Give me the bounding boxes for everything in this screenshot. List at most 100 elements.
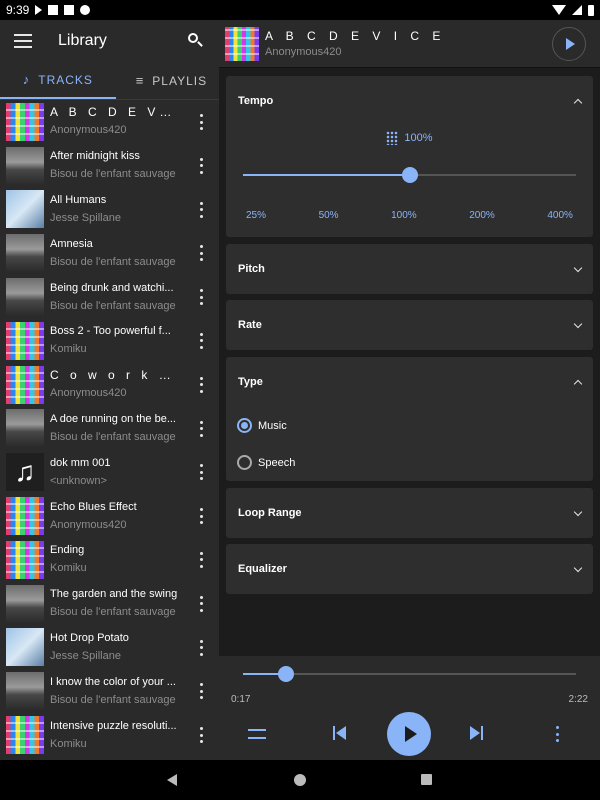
type-option-speech[interactable]: Speech xyxy=(226,444,593,481)
track-artist: Bisou de l'enfant sauvage xyxy=(50,693,176,706)
playlist-icon: ≡ xyxy=(135,73,145,88)
track-more-icon[interactable] xyxy=(199,551,203,568)
seek-bar[interactable] xyxy=(243,666,576,682)
menu-icon[interactable] xyxy=(14,34,32,48)
track-row[interactable]: C o w o r k P a r t... Anonymous420 xyxy=(0,363,219,407)
track-more-icon[interactable] xyxy=(199,332,203,349)
track-artist: Bisou de l'enfant sauvage xyxy=(50,430,176,443)
track-more-icon[interactable] xyxy=(199,376,203,393)
track-more-icon[interactable] xyxy=(199,595,203,612)
track-more-icon[interactable] xyxy=(199,683,203,700)
grid-icon xyxy=(386,131,399,145)
track-title: The garden and the swing xyxy=(50,588,178,601)
rate-card[interactable]: Rate xyxy=(226,300,593,350)
tempo-preset-25[interactable]: 25% xyxy=(246,210,266,221)
album-art xyxy=(6,190,44,229)
track-more-icon[interactable] xyxy=(199,420,203,437)
track-more-icon[interactable] xyxy=(199,201,203,218)
album-art xyxy=(6,102,44,141)
tempo-value-readout[interactable]: 100% xyxy=(226,131,593,145)
album-art xyxy=(6,409,44,448)
more-options-icon[interactable] xyxy=(555,726,559,742)
track-row[interactable]: The garden and the swing Bisou de l'enfan… xyxy=(0,582,219,626)
album-art xyxy=(6,584,44,623)
now-playing-album-art xyxy=(225,26,259,61)
home-icon[interactable] xyxy=(294,774,306,786)
equalizer-label: Equalizer xyxy=(238,563,287,575)
track-row[interactable]: Hot Drop Potato Jesse Spillane xyxy=(0,626,219,670)
track-more-icon[interactable] xyxy=(199,508,203,525)
recents-icon[interactable] xyxy=(421,774,432,785)
tab-tracks[interactable]: ♪ TRACKS xyxy=(0,62,116,99)
tempo-preset-400[interactable]: 400% xyxy=(547,210,573,221)
seek-bar-thumb[interactable] xyxy=(277,666,294,682)
speech-label: Speech xyxy=(258,456,296,469)
sync-icon xyxy=(80,5,91,15)
chevron-down-icon xyxy=(573,319,583,328)
track-more-icon[interactable] xyxy=(199,114,203,130)
skip-previous-icon[interactable] xyxy=(331,725,349,743)
track-row[interactable]: A B C D E V I C E Anonymous420 xyxy=(0,100,219,144)
track-row[interactable]: I know the color of your ... Bisou de l'e… xyxy=(0,669,219,713)
battery-icon xyxy=(588,4,594,16)
library-panel: Library ♪ TRACKS ≡ PLAYLIS A B C D E V I… xyxy=(0,20,219,760)
pitch-card[interactable]: Pitch xyxy=(226,244,593,294)
pitch-header[interactable]: Pitch xyxy=(226,244,593,294)
track-more-icon[interactable] xyxy=(199,245,203,262)
track-row[interactable]: Amnesia Bisou de l'enfant sauvage xyxy=(0,231,219,275)
track-row[interactable]: A doe running on the be... Bisou de l'enf… xyxy=(0,407,219,451)
music-note-icon: ♫ xyxy=(6,453,44,492)
loop-range-header[interactable]: Loop Range xyxy=(226,488,593,538)
wifi-icon xyxy=(552,5,566,15)
track-title: dok mm 001 xyxy=(50,456,111,469)
track-row[interactable]: Being drunk and watchi... Bisou de l'enfa… xyxy=(0,275,219,319)
track-more-icon[interactable] xyxy=(199,289,203,306)
type-header[interactable]: Type xyxy=(226,357,593,407)
music-radio[interactable] xyxy=(237,418,252,433)
track-row[interactable]: Boss 2 - Too powerful f... Komiku xyxy=(0,319,219,363)
tab-playlists-label: PLAYLIS xyxy=(152,73,208,88)
tempo-preset-200[interactable]: 200% xyxy=(469,210,495,221)
track-row[interactable]: All Humans Jesse Spillane xyxy=(0,188,219,232)
track-row[interactable]: Echo Blues Effect Anonymous420 xyxy=(0,494,219,538)
tempo-slider-thumb[interactable] xyxy=(401,167,418,183)
track-row[interactable]: Ending Komiku xyxy=(0,538,219,582)
now-playing-header[interactable]: A B C D E V I C E Anonymous420 xyxy=(219,20,600,68)
now-playing-title: A B C D E V I C E xyxy=(265,29,446,43)
track-row[interactable]: ♫ dok mm 001 <unknown> xyxy=(0,450,219,494)
album-art xyxy=(6,497,44,536)
equalizer-header[interactable]: Equalizer xyxy=(226,544,593,594)
back-icon[interactable] xyxy=(167,774,177,786)
track-more-icon[interactable] xyxy=(199,157,203,174)
play-status-icon xyxy=(35,5,43,15)
type-option-music[interactable]: Music xyxy=(226,407,593,444)
track-row[interactable]: Intensive puzzle resoluti... Komiku xyxy=(0,713,219,757)
speech-radio[interactable] xyxy=(237,455,252,470)
rate-header[interactable]: Rate xyxy=(226,300,593,350)
notification-icon xyxy=(48,5,59,15)
track-more-icon[interactable] xyxy=(199,464,203,481)
tempo-preset-50[interactable]: 50% xyxy=(319,210,339,221)
search-icon[interactable] xyxy=(187,32,205,50)
track-more-icon[interactable] xyxy=(199,639,203,656)
track-title: C o w o r k P a r t... xyxy=(50,368,178,383)
track-title: Echo Blues Effect xyxy=(50,500,137,513)
tempo-preset-100[interactable]: 100% xyxy=(391,210,417,221)
album-art xyxy=(6,234,44,273)
track-artist: Bisou de l'enfant sauvage xyxy=(50,168,176,181)
skip-next-icon[interactable] xyxy=(469,725,487,743)
chevron-down-icon xyxy=(573,507,583,516)
tempo-slider[interactable] xyxy=(243,167,576,183)
tab-playlists[interactable]: ≡ PLAYLIS xyxy=(116,62,219,99)
track-artist: Bisou de l'enfant sauvage xyxy=(50,606,176,619)
play-button[interactable] xyxy=(387,712,431,756)
loop-range-card[interactable]: Loop Range xyxy=(226,488,593,538)
mini-play-button[interactable] xyxy=(552,26,586,61)
track-artist: Komiku xyxy=(50,343,87,356)
transport-controls xyxy=(219,712,600,756)
equalizer-card[interactable]: Equalizer xyxy=(226,544,593,594)
track-more-icon[interactable] xyxy=(199,727,203,744)
shuffle-icon[interactable] xyxy=(246,724,270,744)
tempo-header[interactable]: Tempo xyxy=(226,76,593,126)
track-row[interactable]: After midnight kiss Bisou de l'enfant sau… xyxy=(0,144,219,188)
